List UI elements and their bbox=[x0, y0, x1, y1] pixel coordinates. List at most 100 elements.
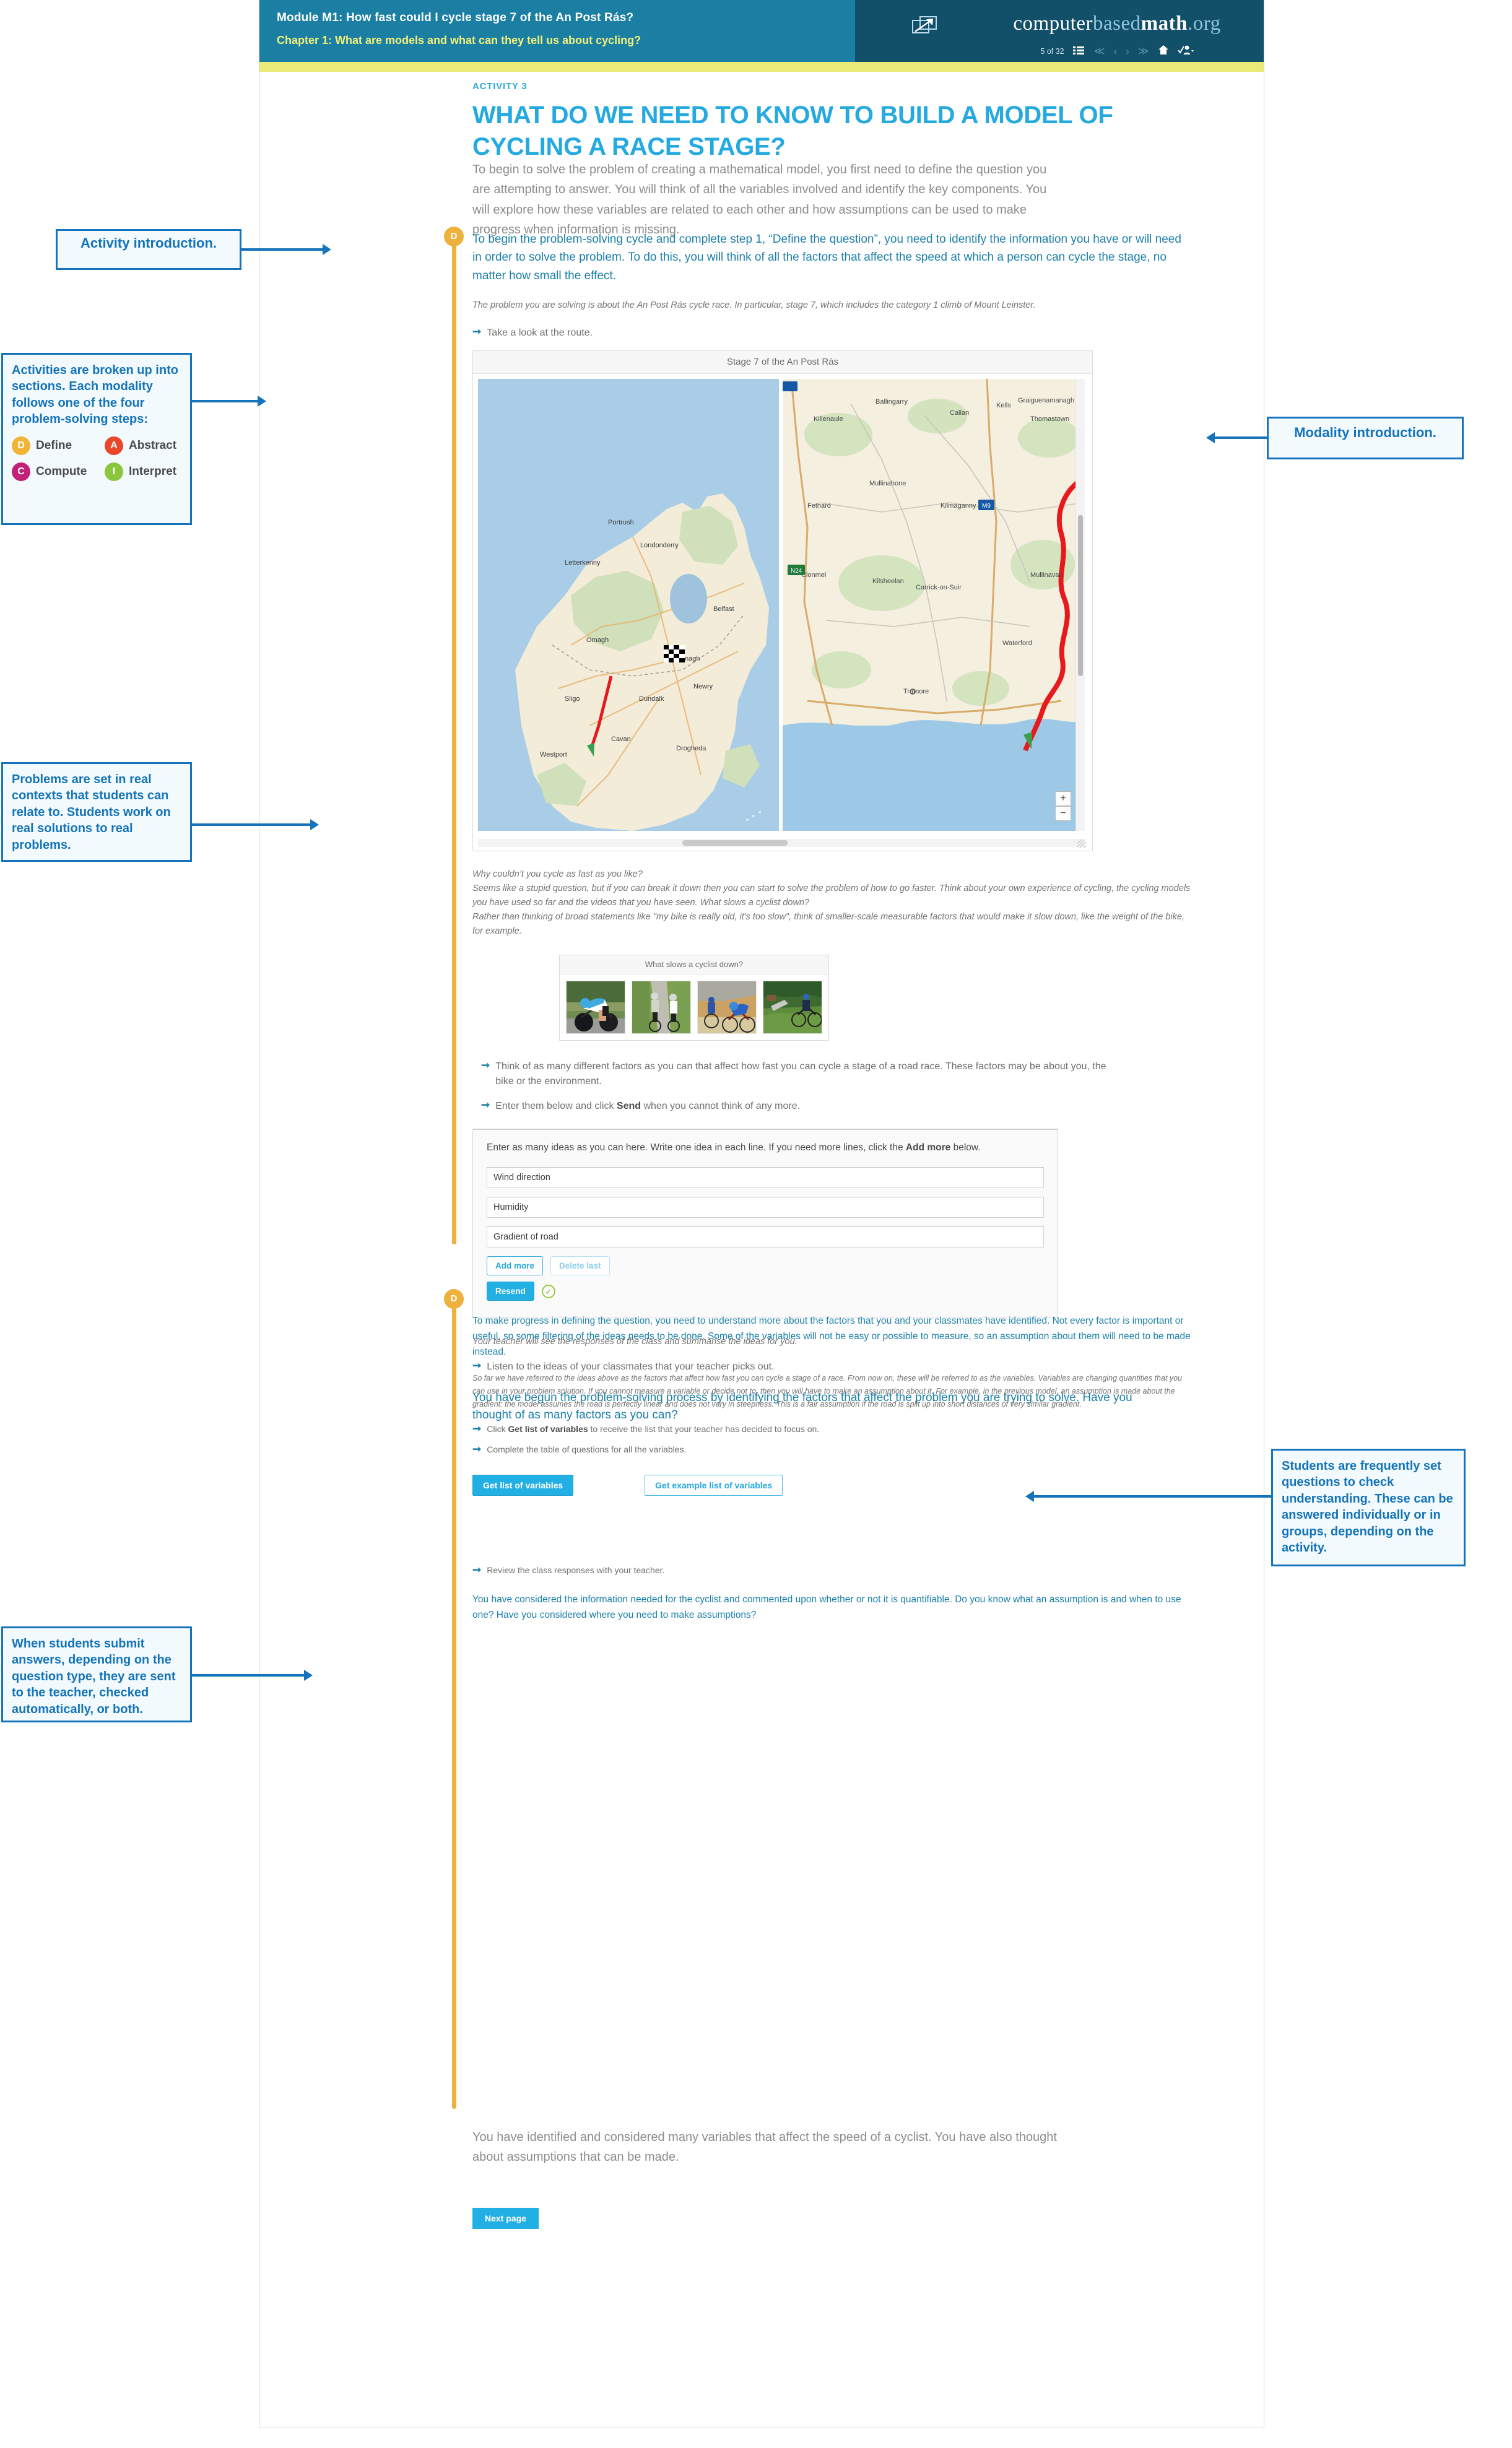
callout-text: Problems are set in real contexts that s… bbox=[12, 773, 171, 852]
italic-question-3: Rather than thinking of broad statements… bbox=[472, 912, 1184, 937]
instruction-complete-table: ➞ Complete the table of questions for al… bbox=[472, 1443, 1215, 1456]
arrow-right-icon: ➞ bbox=[481, 1099, 490, 1111]
callout-activity-introduction: Activity introduction. bbox=[56, 229, 241, 270]
map-resize-grip[interactable] bbox=[1077, 839, 1086, 848]
last-page-icon[interactable]: ≫ bbox=[1138, 45, 1149, 58]
user-account-icon[interactable] bbox=[1177, 45, 1194, 58]
svg-text:Omagh: Omagh bbox=[586, 636, 609, 644]
modality-rail-2 bbox=[452, 1304, 456, 2109]
home-icon[interactable] bbox=[1158, 45, 1169, 58]
section-define-1: To begin the problem-solving cycle and c… bbox=[472, 230, 1215, 1425]
map-horizontal-scrollbar[interactable] bbox=[478, 838, 1084, 847]
photo-cyclists-climb bbox=[697, 981, 757, 1035]
callout-sections-heading: Activities are broken up into sections. … bbox=[12, 363, 178, 427]
svg-text:N24: N24 bbox=[791, 568, 802, 575]
callout-arrow-submit-answers bbox=[304, 1670, 313, 1681]
get-list-of-variables-button[interactable]: Get list of variables bbox=[472, 1475, 574, 1496]
photo-time-trial-cyclist bbox=[566, 981, 625, 1035]
map-zoom-out-button[interactable]: − bbox=[1055, 805, 1071, 821]
svg-text:Waterford: Waterford bbox=[1002, 640, 1032, 647]
header-accent-bar bbox=[259, 62, 1264, 72]
first-page-icon[interactable]: ≪ bbox=[1094, 45, 1105, 58]
arrow-right-icon: ➞ bbox=[472, 1564, 482, 1576]
modality-label-abstract: Abstract bbox=[129, 439, 177, 453]
callout-check-understanding: Students are frequently set questions to… bbox=[1271, 1449, 1466, 1566]
modality-rail-1 bbox=[452, 241, 456, 1244]
map-vertical-scrollbar[interactable] bbox=[1075, 378, 1085, 831]
callout-line-sections bbox=[191, 400, 259, 402]
callout-text: When students submit answers, depending … bbox=[12, 1637, 176, 1716]
get-list-keyword: Get list of variables bbox=[508, 1424, 588, 1435]
instruction-take-look-route: ➞ Take a look at the route. bbox=[472, 326, 1215, 341]
modality-dot-d: D bbox=[12, 436, 30, 455]
delete-last-button[interactable]: Delete last bbox=[550, 1256, 610, 1276]
callout-line-modality-intro bbox=[1214, 436, 1267, 439]
callout-line-real-contexts bbox=[191, 823, 311, 826]
section1-italic-note: The problem you are solving is about the… bbox=[472, 300, 1036, 311]
next-page-button[interactable]: Next page bbox=[472, 2208, 539, 2229]
list-icon[interactable] bbox=[1072, 46, 1085, 58]
callout-modality-introduction: Modality introduction. bbox=[1267, 417, 1464, 459]
map-zoom-in-button[interactable]: + bbox=[1055, 791, 1071, 806]
svg-text:Carrick-on-Suir: Carrick-on-Suir bbox=[916, 584, 962, 591]
get-example-list-button[interactable]: Get example list of variables bbox=[645, 1475, 783, 1496]
prev-page-icon[interactable]: ‹ bbox=[1113, 45, 1117, 58]
resend-button[interactable]: Resend bbox=[487, 1282, 534, 1301]
send-keyword: Send bbox=[616, 1101, 641, 1112]
instruction-review-responses: ➞ Review the class responses with your t… bbox=[472, 1564, 1215, 1577]
map-zoom-controls[interactable]: + − bbox=[1055, 791, 1071, 821]
map-viewport[interactable]: Londonderry Belfast Armagh Newry Portrus… bbox=[473, 373, 1092, 851]
answer-input-3[interactable] bbox=[487, 1226, 1044, 1248]
svg-text:Cavan: Cavan bbox=[611, 736, 631, 743]
modality-dot-a: A bbox=[105, 436, 123, 455]
svg-text:Mullinavat: Mullinavat bbox=[1030, 571, 1061, 579]
instruction-text: Take a look at the route. bbox=[487, 327, 593, 338]
instruction-text: Complete the table of questions for all … bbox=[487, 1444, 687, 1455]
instruction-send-pre: Enter them below and click bbox=[495, 1101, 617, 1112]
form-secondary-buttons: Add more Delete last bbox=[487, 1256, 1044, 1276]
map-widget-title: Stage 7 of the An Post Rás bbox=[473, 350, 1092, 374]
answer-input-2[interactable] bbox=[487, 1197, 1044, 1218]
modality-dot-c: C bbox=[12, 462, 30, 481]
callout-line-check-understanding bbox=[1033, 1495, 1271, 1498]
italic-question-2: Seems like a stupid question, but if you… bbox=[472, 883, 1191, 908]
modality-label-define: Define bbox=[36, 439, 72, 453]
svg-text:Fethard: Fethard bbox=[807, 502, 831, 510]
svg-text:Belfast: Belfast bbox=[713, 605, 734, 613]
section2-conclusion: You have considered the information need… bbox=[472, 1594, 1181, 1621]
callout-sections-modalities: Activities are broken up into sections. … bbox=[1, 353, 192, 525]
instruction-text: Review the class responses with your tea… bbox=[487, 1565, 665, 1576]
instruction-enter-send: ➞ Enter them below and click Send when y… bbox=[481, 1099, 1215, 1114]
check-circle-icon: ✓ bbox=[541, 1284, 555, 1298]
callout-arrow-check-understanding bbox=[1025, 1491, 1034, 1502]
instruction-send-post: when you cannot think of any more. bbox=[641, 1101, 801, 1112]
variable-buttons-row: Get list of variables Get example list o… bbox=[472, 1475, 1215, 1496]
map-widget[interactable]: Stage 7 of the An Post Rás Londonderry B… bbox=[472, 350, 1093, 851]
popout-icon[interactable] bbox=[911, 15, 937, 40]
map-route-detail[interactable]: Killenaule Ballingarry Callan Kells Thom… bbox=[783, 378, 1084, 831]
modality-legend-interpret: I Interpret bbox=[105, 462, 181, 481]
chapter-title: Chapter 1: What are models and what can … bbox=[277, 34, 641, 46]
map-overview-ireland[interactable]: Londonderry Belfast Armagh Newry Portrus… bbox=[478, 378, 779, 831]
callout-line-submit-answers bbox=[191, 1674, 305, 1677]
callout-real-contexts: Problems are set in real contexts that s… bbox=[1, 762, 192, 862]
form-prompt-pre: Enter as many ideas as you can here. Wri… bbox=[487, 1142, 906, 1153]
answer-form[interactable]: Enter as many ideas as you can here. Wri… bbox=[472, 1129, 1058, 1318]
svg-text:Ballingarry: Ballingarry bbox=[875, 398, 908, 406]
answer-input-1[interactable] bbox=[487, 1167, 1044, 1189]
module-title: Module M1: How fast could I cycle stage … bbox=[277, 11, 634, 24]
form-prompt: Enter as many ideas as you can here. Wri… bbox=[487, 1142, 1044, 1153]
app-header: Module M1: How fast could I cycle stage … bbox=[259, 0, 1264, 62]
product-window: Module M1: How fast could I cycle stage … bbox=[259, 0, 1264, 2428]
photo-mountain-cyclist bbox=[763, 981, 822, 1035]
add-more-button[interactable]: Add more bbox=[487, 1256, 544, 1276]
form-submit-row: Resend ✓ bbox=[487, 1282, 1044, 1301]
photo-widget-title: What slows a cyclist down? bbox=[560, 955, 828, 975]
callout-text: Activity introduction. bbox=[80, 235, 217, 251]
modality-legend: D Define A Abstract C Compute I Interpre… bbox=[12, 436, 181, 481]
svg-text:M9: M9 bbox=[982, 503, 991, 510]
section2-lead: To make progress in defining the questio… bbox=[472, 1316, 1191, 1358]
next-page-icon[interactable]: › bbox=[1126, 45, 1129, 58]
svg-text:Londonderry: Londonderry bbox=[640, 542, 679, 549]
italic-question-1: Why couldn’t you cycle as fast as you li… bbox=[472, 869, 643, 879]
